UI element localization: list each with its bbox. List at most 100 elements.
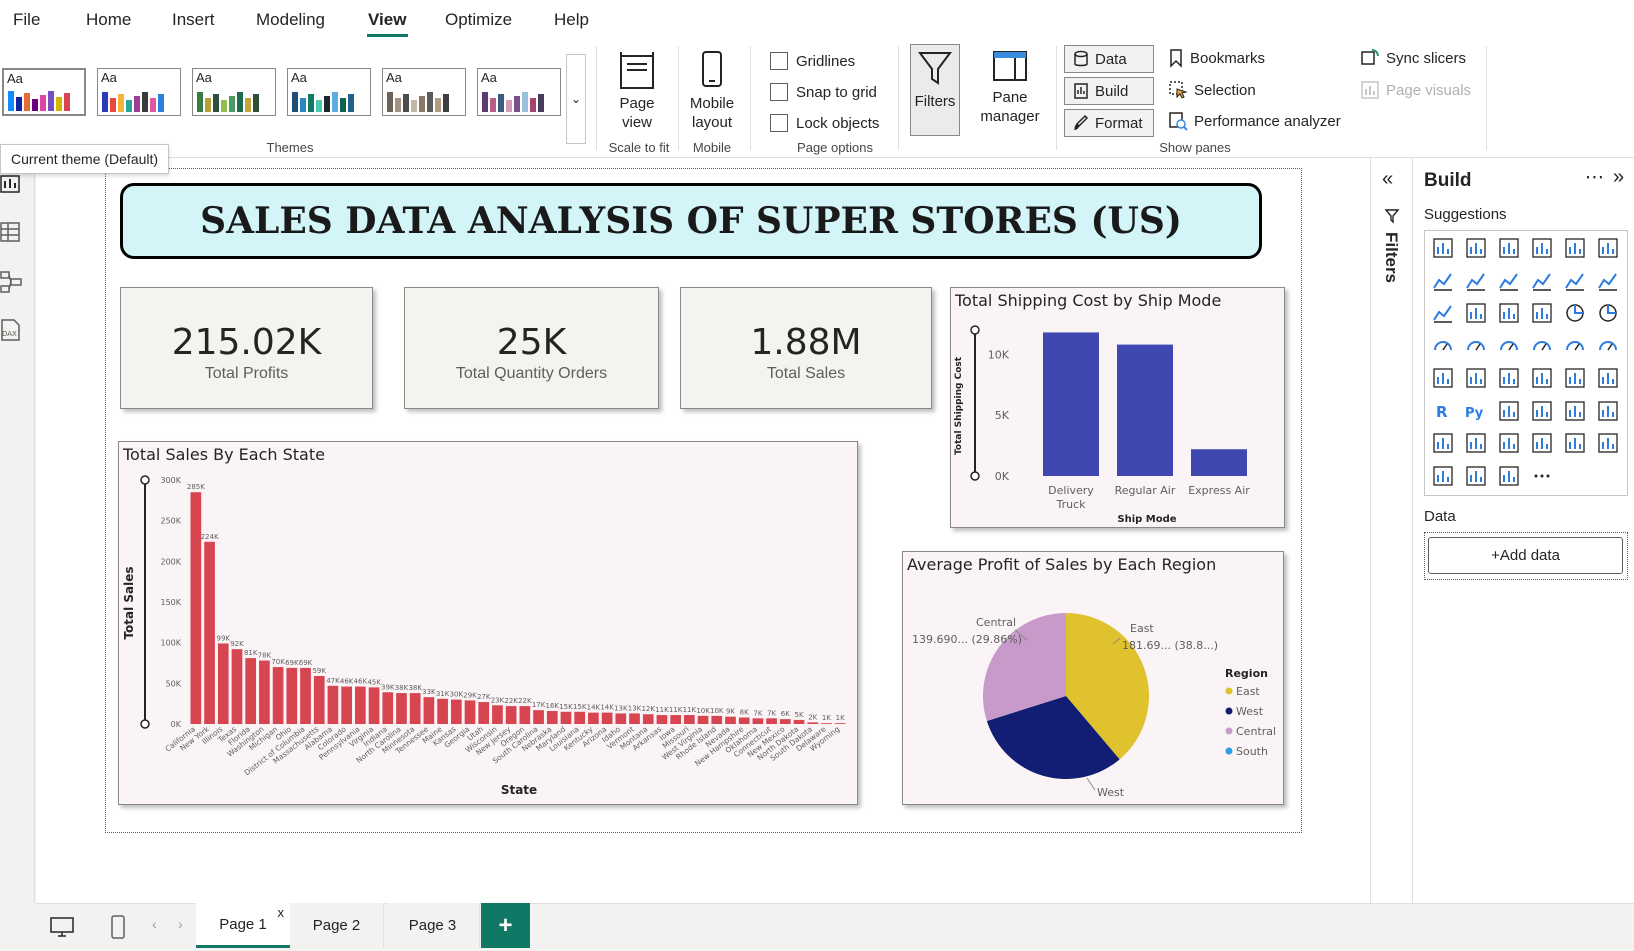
100-stacked-area-icon[interactable] (1529, 268, 1555, 294)
menu-view[interactable]: View (368, 10, 406, 30)
visual-profit-by-region[interactable]: Average Profit of Sales by Each Region E… (902, 551, 1284, 805)
qa-icon[interactable] (1562, 398, 1588, 424)
gauge-icon[interactable] (1595, 333, 1621, 359)
stacked-column-chart-icon[interactable] (1463, 235, 1489, 261)
diamond-visual-icon[interactable] (1463, 463, 1489, 489)
100-stacked-column-icon[interactable] (1595, 235, 1621, 261)
line-clustered-column-icon[interactable] (1595, 268, 1621, 294)
scatter-chart-icon[interactable] (1529, 300, 1555, 326)
key-influencers-icon[interactable] (1496, 398, 1522, 424)
sync-slicers-button[interactable]: Sync slicers (1360, 48, 1466, 68)
menu-optimize[interactable]: Optimize (445, 10, 512, 30)
page-tab-3[interactable]: Page 3 (386, 903, 480, 948)
map-icon[interactable] (1463, 333, 1489, 359)
table-icon[interactable] (1562, 365, 1588, 391)
matrix-icon[interactable] (1595, 365, 1621, 391)
scroll-left-icon[interactable]: ‹ (152, 916, 157, 932)
arrow-visual-icon[interactable] (1496, 463, 1522, 489)
shape-map-icon[interactable] (1529, 333, 1555, 359)
funnel-chart-icon[interactable] (1496, 300, 1522, 326)
collapse-double-chevron-icon[interactable]: « (1382, 168, 1393, 191)
r-visual-icon[interactable]: R (1430, 398, 1456, 424)
clustered-column-chart-icon[interactable] (1529, 235, 1555, 261)
lock-objects-checkbox[interactable]: Lock objects (770, 114, 879, 132)
filled-map-icon[interactable] (1496, 333, 1522, 359)
slicer-icon[interactable] (1529, 365, 1555, 391)
card-total-profits[interactable]: 215.02K Total Profits (120, 287, 373, 409)
menu-modeling[interactable]: Modeling (256, 10, 325, 30)
area-chart-icon[interactable] (1463, 268, 1489, 294)
page-view-button[interactable]: Page view (612, 50, 662, 132)
paginated-report-icon[interactable] (1463, 430, 1489, 456)
card-icon[interactable] (1430, 365, 1456, 391)
page-tab-2[interactable]: Page 2 (290, 903, 384, 948)
theme-default[interactable]: Aa (2, 68, 86, 116)
python-visual-icon[interactable]: Py (1463, 398, 1489, 424)
card-total-sales[interactable]: 1.88M Total Sales (680, 287, 932, 409)
table-view-icon[interactable] (0, 220, 24, 244)
themes-dropdown-button[interactable]: ⌄ (566, 54, 586, 144)
add-page-button[interactable]: + (481, 903, 530, 948)
mobile-layout-button[interactable]: Mobile layout (684, 50, 740, 132)
build-pane-button[interactable]: Build (1064, 77, 1154, 105)
ribbon-chart-icon[interactable] (1430, 300, 1456, 326)
treemap-icon[interactable] (1430, 333, 1456, 359)
stacked-area-icon[interactable] (1496, 268, 1522, 294)
more-visuals-icon[interactable] (1529, 463, 1555, 489)
data-pane-button[interactable]: Data (1064, 45, 1154, 73)
theme-4[interactable]: Aa (287, 68, 371, 116)
donut-chart-icon[interactable] (1595, 300, 1621, 326)
theme-5[interactable]: Aa (382, 68, 466, 116)
snap-to-grid-checkbox[interactable]: Snap to grid (770, 83, 877, 101)
100-stacked-bar-icon[interactable] (1562, 235, 1588, 261)
selection-button[interactable]: Selection (1168, 80, 1256, 100)
power-automate-icon[interactable] (1562, 430, 1588, 456)
power-automate-2-icon[interactable] (1595, 430, 1621, 456)
filters-collapsed-pane[interactable]: « Filters (1370, 158, 1412, 903)
report-view-icon[interactable] (0, 172, 24, 196)
multi-row-card-icon[interactable] (1463, 365, 1489, 391)
narrative-icon[interactable] (1595, 398, 1621, 424)
waterfall-chart-icon[interactable] (1463, 300, 1489, 326)
kpi-icon[interactable] (1496, 365, 1522, 391)
more-options-icon[interactable]: ⋯ (1585, 166, 1604, 189)
menu-home[interactable]: Home (86, 10, 131, 30)
page-visuals-button[interactable]: Page visuals (1360, 80, 1471, 100)
pie-chart-icon[interactable] (1562, 300, 1588, 326)
menu-help[interactable]: Help (554, 10, 589, 30)
line-chart-icon[interactable] (1430, 268, 1456, 294)
visual-shipping-by-mode[interactable]: Total Shipping Cost by Ship Mode 0K 5K 10K… (950, 287, 1285, 528)
filters-pane-button[interactable]: Filters (910, 44, 960, 136)
phone-view-icon[interactable] (108, 914, 128, 940)
add-data-button[interactable]: +Add data (1428, 537, 1623, 574)
menu-file[interactable]: File (13, 10, 40, 30)
scroll-right-icon[interactable]: › (178, 916, 183, 932)
dax-query-view-icon[interactable]: DAX (0, 318, 24, 342)
performance-analyzer-button[interactable]: Performance analyzer (1168, 111, 1341, 131)
bookmarks-button[interactable]: Bookmarks (1168, 48, 1265, 68)
line-stacked-column-icon[interactable] (1562, 268, 1588, 294)
stacked-bar-chart-icon[interactable] (1430, 235, 1456, 261)
metrics-icon[interactable] (1496, 430, 1522, 456)
theme-2[interactable]: Aa (97, 68, 181, 116)
expand-chevron-icon[interactable]: » (1613, 166, 1624, 189)
custom-visual-icon[interactable] (1430, 463, 1456, 489)
pane-manager-button[interactable]: Pane manager (970, 48, 1050, 126)
model-view-icon[interactable] (0, 270, 24, 294)
azure-map-icon[interactable] (1562, 333, 1588, 359)
menu-insert[interactable]: Insert (172, 10, 215, 30)
power-apps-icon[interactable] (1529, 430, 1555, 456)
page-tab-1[interactable]: Page 1 x (196, 903, 290, 948)
gridlines-checkbox[interactable]: Gridlines (770, 52, 855, 70)
trophy-icon[interactable] (1430, 430, 1456, 456)
close-tab-icon[interactable]: x (278, 905, 285, 920)
format-pane-button[interactable]: Format (1064, 109, 1154, 137)
card-total-quantity[interactable]: 25K Total Quantity Orders (404, 287, 659, 409)
clustered-bar-chart-icon[interactable] (1496, 235, 1522, 261)
desktop-view-icon[interactable] (48, 915, 76, 939)
visual-sales-by-state[interactable]: Total Sales By Each State 0K 50K 100K 150K 2… (118, 441, 858, 805)
theme-3[interactable]: Aa (192, 68, 276, 116)
theme-6[interactable]: Aa (477, 68, 561, 116)
report-title[interactable]: SALES DATA ANALYSIS OF SUPER STORES (US) (120, 183, 1262, 259)
decomposition-tree-icon[interactable] (1529, 398, 1555, 424)
